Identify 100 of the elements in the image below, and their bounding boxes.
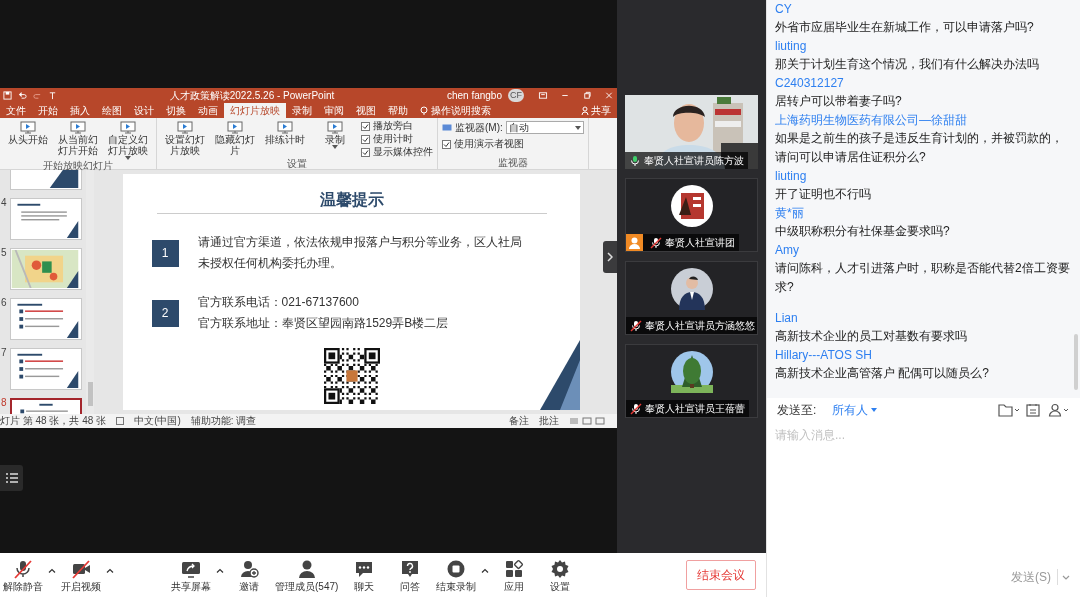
slide-text: 官方联系地址：奉贤区望园南路1529弄B楼二层 [197,315,450,332]
field-label: 发送至: [777,402,817,419]
toolbar-button[interactable]: 共享屏幕 [168,555,214,595]
ribbon-tab[interactable]: 切换 [160,103,192,118]
status-text: 灯片 第 48 张，共 48 张 [0,414,107,428]
caret-icon [48,567,56,573]
ribbon-tab[interactable]: 文件 [0,103,32,118]
number-badge: 2 [151,299,179,327]
ribbon-tab[interactable]: 绘图 [96,103,128,118]
checkbox[interactable] [361,147,370,157]
toolbar-button[interactable]: 聊天 [341,555,388,595]
toolbar-button[interactable]: 应用 [491,555,538,595]
caret-icon [481,567,490,573]
question-icon [400,558,421,579]
ribbon-tab[interactable]: 审阅 [318,103,350,118]
checkbox-label: 显示媒体控件 [373,146,433,158]
search-tab[interactable]: 操作说明搜索 [414,103,497,118]
end-meeting-button[interactable]: 结束会议 [686,560,756,590]
window-title: 人才政策解读2022.5.26 - PowerPoint [168,88,336,103]
scrollbar[interactable] [86,170,94,414]
monitor-icon [442,123,452,132]
ribbon-button[interactable]: 从当前幻灯片开始 [54,120,102,156]
number-badge: 1 [151,239,179,267]
ribbon-tab[interactable]: 设计 [128,103,160,118]
status-text[interactable]: 辅助功能: 调查 [190,414,257,428]
ribbon-button[interactable]: 录制 [311,120,359,149]
person-icon [581,106,589,115]
chat-message: 那关于计划生育这个情况，我们有什么解决办法吗 [775,56,1040,73]
notice-board-icon[interactable] [1026,403,1040,417]
people-icon [296,558,317,579]
caret-icon [871,408,878,412]
slide-text: 官方联系电话：021-67137600 [197,294,360,311]
checkbox[interactable] [361,134,370,144]
folder-icon[interactable] [998,403,1020,417]
sender-name: Lian [775,310,799,327]
ribbon-display-icon[interactable] [538,90,548,100]
ribbon-tab[interactable]: 动画 [192,103,224,118]
participant-name: 奉贤人社宣讲员陈方波 [644,154,744,168]
participant-name: 奉贤人社宣讲团 [665,236,735,250]
settings-icon [550,558,571,579]
slide-number: 6 [1,298,8,308]
slide-number: 7 [1,348,8,358]
lightbulb-icon [420,105,428,116]
toolbar-button[interactable]: 开启视频 [58,555,104,595]
recipient-dropdown[interactable]: 所有人 [832,401,878,419]
notes-button[interactable]: 备注 [509,414,529,428]
stop-icon [446,558,467,579]
toolbar-button[interactable]: 邀请 [226,555,272,595]
sender-name: 黄*丽 [775,205,805,222]
slide-number: 5 [1,248,8,258]
ribbon-tab[interactable]: 开始 [32,103,64,118]
chat-message: 居转户可以带着妻子吗? [775,93,903,110]
ribbon-button[interactable]: 设置幻灯片放映 [161,120,209,156]
ribbon-button[interactable]: 从头开始 [4,120,52,145]
scroll-thumb[interactable] [1074,334,1078,390]
comments-button[interactable]: 批注 [539,414,559,428]
slide-text: 请通过官方渠道，依法依规申报落户与积分等业务，区人社局未授权任何机构委托办理。 [197,234,523,272]
checkbox-label: 使用计时 [373,133,413,145]
toolbar-button[interactable]: 管理成员(547) [272,555,342,595]
person-icon[interactable] [1048,403,1070,417]
sender-name: 上海药明生物医药有限公司—徐甜甜 [775,112,968,129]
collapse-button[interactable] [603,241,617,273]
ribbon-tab[interactable]: 录制 [286,103,318,118]
group-label: 设置 [286,158,308,170]
checkbox[interactable] [361,121,370,131]
checkbox-label: 使用演示者视图 [454,138,524,150]
share-button[interactable]: 共享 [575,103,617,118]
slide-number: 4 [1,198,8,208]
undo-icon[interactable] [18,90,27,100]
user-avatar: CF [508,88,524,102]
participant-name: 奉贤人社宣讲员王蓓蕾 [645,402,745,416]
restore-icon[interactable] [582,90,592,100]
sender-name: liuting [775,38,808,55]
chat-message: 请问陈科，人才引进落户时，职称是否能代替2倍工资要求? [775,260,1070,296]
qr-code [323,348,380,404]
spellcheck-icon[interactable] [116,417,125,425]
toolbar-button[interactable]: 解除静音 [0,555,46,595]
ribbon-tab[interactable]: 幻灯片放映 [224,103,286,118]
dropdown[interactable]: 自动 [505,121,584,134]
caret-icon [106,567,114,573]
ribbon-tab[interactable]: 视图 [350,103,382,118]
checkbox[interactable] [442,139,451,149]
toolbar-button[interactable]: 结束录制 [433,555,480,595]
ribbon-tab[interactable]: 帮助 [382,103,414,118]
ribbon-tab[interactable]: 插入 [64,103,96,118]
toolbar-button[interactable]: 问答 [387,555,434,595]
apps-icon [504,558,525,579]
menu-button[interactable] [0,465,23,491]
save-icon[interactable] [3,90,12,100]
text-icon[interactable] [48,90,57,100]
chat-message: 中级职称积分有社保基金要求吗? [775,223,951,240]
ribbon-button[interactable]: 自定义幻灯片放映 [104,120,152,160]
toolbar-button[interactable]: 设置 [537,555,584,595]
group-label: 监视器 [496,157,529,169]
scroll-thumb[interactable] [87,382,93,406]
ribbon-button[interactable]: 隐藏幻灯片 [211,120,259,156]
sender-name: liuting [775,168,808,185]
ribbon-button[interactable]: 排练计时 [261,120,309,145]
chat-message: 高新技术企业高管落户 配偶可以随员么? [775,365,990,382]
sender-name: CY [775,1,793,18]
